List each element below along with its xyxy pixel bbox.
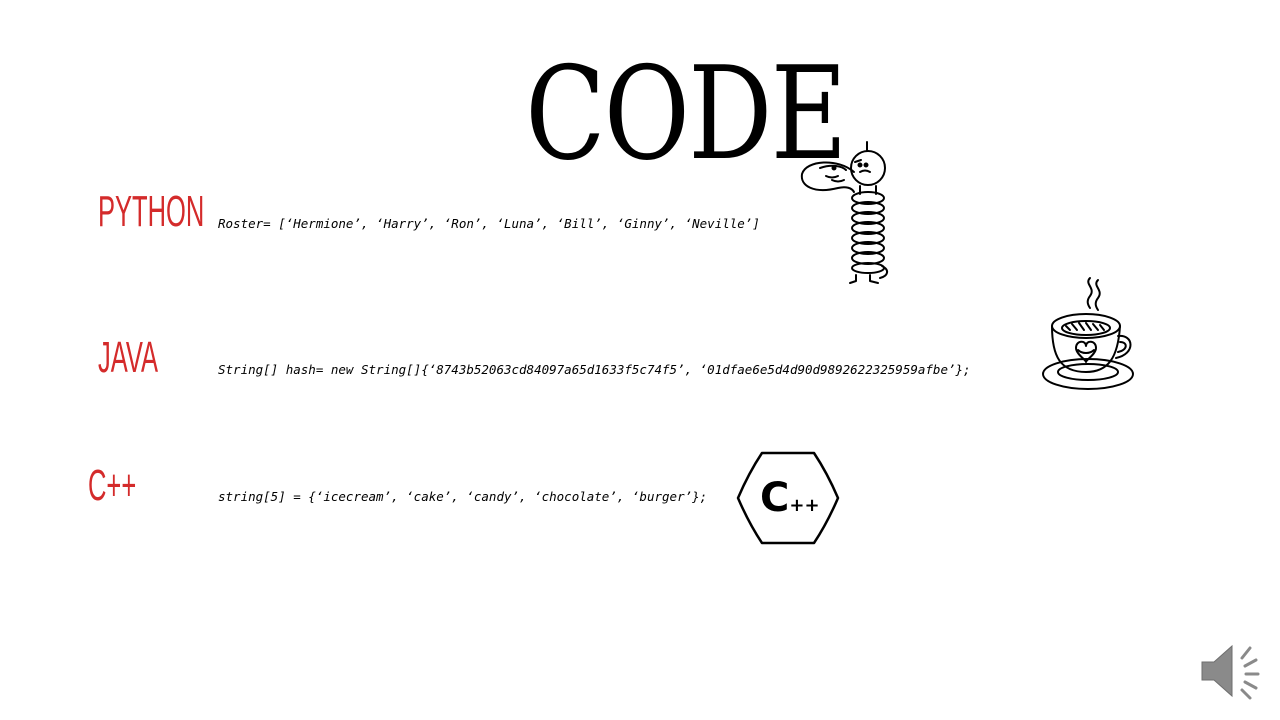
language-label-python: PYTHON (98, 187, 205, 236)
snake-icon (800, 141, 888, 284)
language-label-cpp: C++ (88, 461, 137, 510)
cpp-logo-plus: ++ (789, 495, 820, 516)
speaker-icon[interactable] (1198, 640, 1264, 702)
cpp-logo-text: C++ (760, 476, 820, 528)
language-label-java: JAVA (98, 333, 159, 382)
coffee-cup-icon (1042, 277, 1134, 390)
code-line-cpp: string[5] = {‘icecream’, ‘cake’, ‘candy’… (218, 489, 708, 504)
cpp-logo-letter: C (760, 475, 790, 521)
code-line-python: Roster= [‘Hermione’, ‘Harry’, ‘Ron’, ‘Lu… (218, 216, 760, 231)
slide-title: CODE (525, 40, 847, 189)
code-line-java: String[] hash= new String[]{‘8743b52063c… (218, 362, 971, 377)
slide: CODE PYTHON Roster= [‘Hermione’, ‘Harry’… (0, 0, 1280, 720)
